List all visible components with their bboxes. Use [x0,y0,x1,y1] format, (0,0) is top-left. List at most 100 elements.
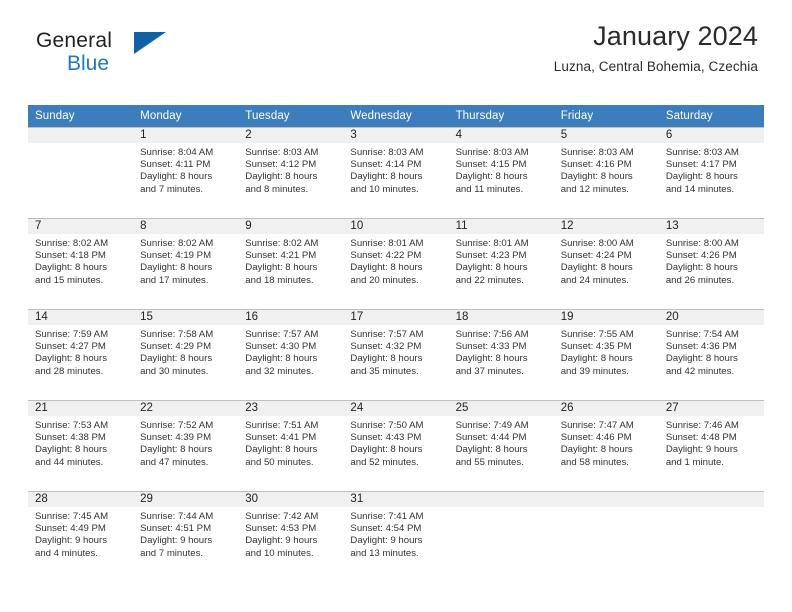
day-cell[interactable]: 23 Sunrise: 7:51 AM Sunset: 4:41 PM Dayligh… [238,400,344,484]
day-number: 26 [553,401,659,416]
day-cell[interactable]: 14 Sunrise: 7:59 AM Sunset: 4:27 PM Dayligh… [28,309,134,393]
day-info: Sunrise: 7:58 AM Sunset: 4:29 PM Daylight:… [133,325,238,378]
day-cell[interactable]: 3 Sunrise: 8:03 AM Sunset: 4:14 PM Daylight… [343,127,449,211]
day-info-sunset: Sunset: 4:38 PM [35,432,106,444]
day-info: Sunrise: 8:00 AM Sunset: 4:26 PM Daylight:… [659,234,764,287]
day-info-sunrise: Sunrise: 7:49 AM [455,420,529,431]
day-info-daylight2: and 42 minutes. [665,365,735,377]
day-cell-content: 22 Sunrise: 7:52 AM Sunset: 4:39 PM Dayligh… [133,401,239,484]
day-info: Sunrise: 7:52 AM Sunset: 4:39 PM Daylight:… [133,416,238,469]
day-info: Sunrise: 7:51 AM Sunset: 4:41 PM Daylight:… [238,416,343,469]
day-cell[interactable]: 25 Sunrise: 7:49 AM Sunset: 4:44 PM Dayligh… [448,400,554,484]
day-cell-content: 4 Sunrise: 8:03 AM Sunset: 4:15 PM Daylight… [448,128,554,211]
week-spacer-cell [28,211,764,219]
day-cell-content [553,492,659,575]
day-info: Sunrise: 8:03 AM Sunset: 4:12 PM Daylight:… [238,143,343,196]
day-cell[interactable]: 19 Sunrise: 7:55 AM Sunset: 4:35 PM Dayligh… [553,309,659,393]
day-info-daylight2: and 44 minutes. [35,456,104,468]
calendar-table: Sunday Monday Tuesday Wednesday Thursday… [28,105,764,575]
day-info-daylight1: Daylight: 8 hours [560,444,633,456]
day-cell[interactable]: 17 Sunrise: 7:57 AM Sunset: 4:32 PM Dayligh… [343,309,449,393]
day-cell-content: 8 Sunrise: 8:02 AM Sunset: 4:19 PM Daylight… [133,219,239,302]
day-cell[interactable]: 10 Sunrise: 8:01 AM Sunset: 4:22 PM Dayligh… [343,218,449,302]
day-cell[interactable]: 15 Sunrise: 7:58 AM Sunset: 4:29 PM Dayligh… [133,309,239,393]
day-info-daylight1: Daylight: 8 hours [350,262,423,274]
day-info: Sunrise: 7:57 AM Sunset: 4:32 PM Daylight:… [343,325,448,378]
day-info-sunrise: Sunrise: 7:50 AM [350,420,424,431]
day-number: 3 [343,128,449,143]
day-cell[interactable]: 27 Sunrise: 7:46 AM Sunset: 4:48 PM Dayligh… [658,400,764,484]
day-info: Sunrise: 7:55 AM Sunset: 4:35 PM Daylight:… [554,325,659,378]
day-info-daylight2: and 50 minutes. [245,456,314,468]
day-cell-content: 9 Sunrise: 8:02 AM Sunset: 4:21 PM Daylight… [238,219,344,302]
day-cell[interactable]: 21 Sunrise: 7:53 AM Sunset: 4:38 PM Dayligh… [28,400,134,484]
day-cell[interactable]: 1 Sunrise: 8:04 AM Sunset: 4:11 PM Daylight… [133,127,239,211]
day-info-daylight1: Daylight: 8 hours [140,444,213,456]
day-info: Sunrise: 7:44 AM Sunset: 4:51 PM Daylight:… [133,507,238,560]
day-info-daylight2: and 47 minutes. [140,456,209,468]
day-info-daylight2: and 4 minutes. [35,547,98,559]
day-cell[interactable]: 5 Sunrise: 8:03 AM Sunset: 4:16 PM Daylight… [553,127,659,211]
generalblue-logo[interactable]: General Blue [36,30,186,80]
day-cell[interactable]: 22 Sunrise: 7:52 AM Sunset: 4:39 PM Dayligh… [133,400,239,484]
day-cell[interactable]: 30 Sunrise: 7:42 AM Sunset: 4:53 PM Dayligh… [238,491,344,575]
day-cell[interactable]: 6 Sunrise: 8:03 AM Sunset: 4:17 PM Daylight… [658,127,764,211]
day-number: 4 [448,128,554,143]
day-info-sunrise: Sunrise: 8:01 AM [455,238,529,249]
day-info: Sunrise: 8:03 AM Sunset: 4:16 PM Daylight:… [554,143,659,196]
day-number: 5 [553,128,659,143]
day-info-sunset: Sunset: 4:19 PM [140,250,212,262]
day-info: Sunrise: 8:02 AM Sunset: 4:19 PM Daylight:… [133,234,238,287]
day-cell[interactable]: 16 Sunrise: 7:57 AM Sunset: 4:30 PM Dayligh… [238,309,344,393]
day-info: Sunrise: 7:59 AM Sunset: 4:27 PM Daylight:… [28,325,133,378]
day-cell[interactable]: 24 Sunrise: 7:50 AM Sunset: 4:43 PM Dayligh… [343,400,449,484]
day-info-daylight1: Daylight: 8 hours [245,262,318,274]
day-cell-content: 17 Sunrise: 7:57 AM Sunset: 4:32 PM Dayligh… [343,310,449,393]
day-number: 8 [133,219,239,234]
day-info-sunset: Sunset: 4:15 PM [455,159,527,171]
week-spacer [28,302,764,310]
day-info-sunset: Sunset: 4:17 PM [665,159,737,171]
day-info-sunset: Sunset: 4:53 PM [245,523,317,535]
day-info-daylight1: Daylight: 8 hours [455,353,528,365]
day-info-daylight2: and 20 minutes. [350,274,419,286]
day-cell[interactable]: 9 Sunrise: 8:02 AM Sunset: 4:21 PM Daylight… [238,218,344,302]
day-cell-content: 28 Sunrise: 7:45 AM Sunset: 4:49 PM Dayligh… [28,492,134,575]
day-cell[interactable]: 26 Sunrise: 7:47 AM Sunset: 4:46 PM Dayligh… [553,400,659,484]
day-cell[interactable]: 20 Sunrise: 7:54 AM Sunset: 4:36 PM Dayligh… [658,309,764,393]
day-info: Sunrise: 8:02 AM Sunset: 4:21 PM Daylight:… [238,234,343,287]
day-cell[interactable]: 11 Sunrise: 8:01 AM Sunset: 4:23 PM Dayligh… [448,218,554,302]
day-cell[interactable]: 28 Sunrise: 7:45 AM Sunset: 4:49 PM Dayligh… [28,491,134,575]
day-cell[interactable]: 12 Sunrise: 8:00 AM Sunset: 4:24 PM Dayligh… [553,218,659,302]
day-cell-empty [553,491,659,575]
day-info-daylight1: Daylight: 8 hours [140,171,213,183]
day-cell[interactable]: 31 Sunrise: 7:41 AM Sunset: 4:54 PM Dayligh… [343,491,449,575]
day-cell-content: 3 Sunrise: 8:03 AM Sunset: 4:14 PM Daylight… [343,128,449,211]
day-number: 30 [238,492,344,507]
day-info-sunrise: Sunrise: 8:02 AM [140,238,214,249]
day-info-daylight2: and 24 minutes. [560,274,629,286]
day-cell[interactable]: 4 Sunrise: 8:03 AM Sunset: 4:15 PM Daylight… [448,127,554,211]
day-cell[interactable]: 13 Sunrise: 8:00 AM Sunset: 4:26 PM Dayligh… [658,218,764,302]
day-cell[interactable]: 18 Sunrise: 7:56 AM Sunset: 4:33 PM Dayligh… [448,309,554,393]
day-info-daylight2: and 15 minutes. [35,274,104,286]
day-cell[interactable]: 7 Sunrise: 8:02 AM Sunset: 4:18 PM Daylight… [28,218,134,302]
day-info-daylight2: and 8 minutes. [245,183,309,195]
day-info-sunrise: Sunrise: 8:03 AM [245,147,319,158]
day-number: 14 [28,310,134,325]
day-info-sunset: Sunset: 4:30 PM [245,341,317,353]
day-info: Sunrise: 8:03 AM Sunset: 4:15 PM Daylight:… [449,143,554,196]
day-cell-content: 10 Sunrise: 8:01 AM Sunset: 4:22 PM Dayligh… [343,219,449,302]
day-cell[interactable]: 2 Sunrise: 8:03 AM Sunset: 4:12 PM Daylight… [238,127,344,211]
day-info-daylight1: Daylight: 8 hours [455,171,528,183]
day-info-daylight2: and 12 minutes. [560,183,629,195]
day-info-sunrise: Sunrise: 7:45 AM [35,511,109,522]
calendar-page: General Blue January 2024 Luzna, Central… [0,0,792,612]
day-info-sunrise: Sunrise: 8:04 AM [140,147,214,158]
day-cell[interactable]: 8 Sunrise: 8:02 AM Sunset: 4:19 PM Daylight… [133,218,239,302]
day-info-daylight1: Daylight: 8 hours [140,262,213,274]
day-cell-empty [28,127,134,211]
day-number: 31 [343,492,449,507]
day-info-sunset: Sunset: 4:29 PM [140,341,212,353]
day-cell[interactable]: 29 Sunrise: 7:44 AM Sunset: 4:51 PM Dayligh… [133,491,239,575]
